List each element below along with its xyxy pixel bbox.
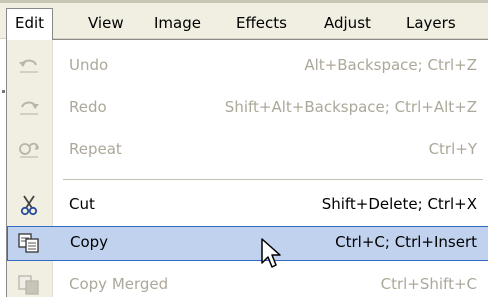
- menu-item-shortcut: Shift+Delete; Ctrl+X: [321, 195, 477, 213]
- menu-edit[interactable]: Edit: [6, 8, 54, 40]
- menu-item-copy[interactable]: Copy Ctrl+C; Ctrl+Insert: [7, 226, 488, 261]
- window-edge-mark: [2, 90, 5, 93]
- menu-item-label: Copy: [70, 233, 109, 251]
- menu-item-shortcut: Ctrl+Y: [428, 140, 477, 158]
- mouse-cursor-icon: [260, 237, 282, 269]
- repeat-icon: [17, 139, 41, 161]
- menu-effects[interactable]: Effects: [236, 12, 287, 36]
- menu-item-shortcut: Alt+Backspace; Ctrl+Z: [304, 56, 477, 74]
- menu-item-shortcut: Ctrl+Shift+C: [380, 275, 477, 293]
- menu-item-copy-merged[interactable]: Copy Merged Ctrl+Shift+C: [7, 268, 488, 297]
- menu-item-shortcut: Shift+Alt+Backspace; Ctrl+Alt+Z: [224, 98, 477, 116]
- redo-icon: [17, 97, 41, 119]
- scissors-icon: [17, 194, 41, 216]
- menu-item-repeat[interactable]: Repeat Ctrl+Y: [7, 133, 488, 168]
- menu-adjust[interactable]: Adjust: [324, 12, 371, 36]
- menu-view[interactable]: View: [88, 12, 124, 36]
- edit-dropdown-menu: Undo Alt+Backspace; Ctrl+Z Redo Shift+Al…: [6, 39, 488, 297]
- menu-item-label: Redo: [69, 98, 107, 116]
- menu-item-label: Cut: [69, 195, 95, 213]
- menu-separator: [63, 179, 483, 180]
- menu-item-label: Undo: [69, 56, 109, 74]
- menu-item-cut[interactable]: Cut Shift+Delete; Ctrl+X: [7, 188, 488, 223]
- menubar-top-edge: [0, 0, 488, 3]
- menu-item-redo[interactable]: Redo Shift+Alt+Backspace; Ctrl+Alt+Z: [7, 91, 488, 126]
- menu-item-undo[interactable]: Undo Alt+Backspace; Ctrl+Z: [7, 49, 488, 84]
- menu-item-label: Repeat: [69, 140, 122, 158]
- copy-icon: [17, 232, 41, 254]
- undo-icon: [17, 55, 41, 77]
- menu-image[interactable]: Image: [154, 12, 201, 36]
- menu-item-shortcut: Ctrl+C; Ctrl+Insert: [335, 233, 477, 251]
- menu-layers[interactable]: Layers: [406, 12, 456, 36]
- copy-merged-icon: [17, 274, 41, 296]
- menu-item-label: Copy Merged: [69, 275, 169, 293]
- menu-bar: Edit View Image Effects Adjust Layers: [0, 0, 488, 40]
